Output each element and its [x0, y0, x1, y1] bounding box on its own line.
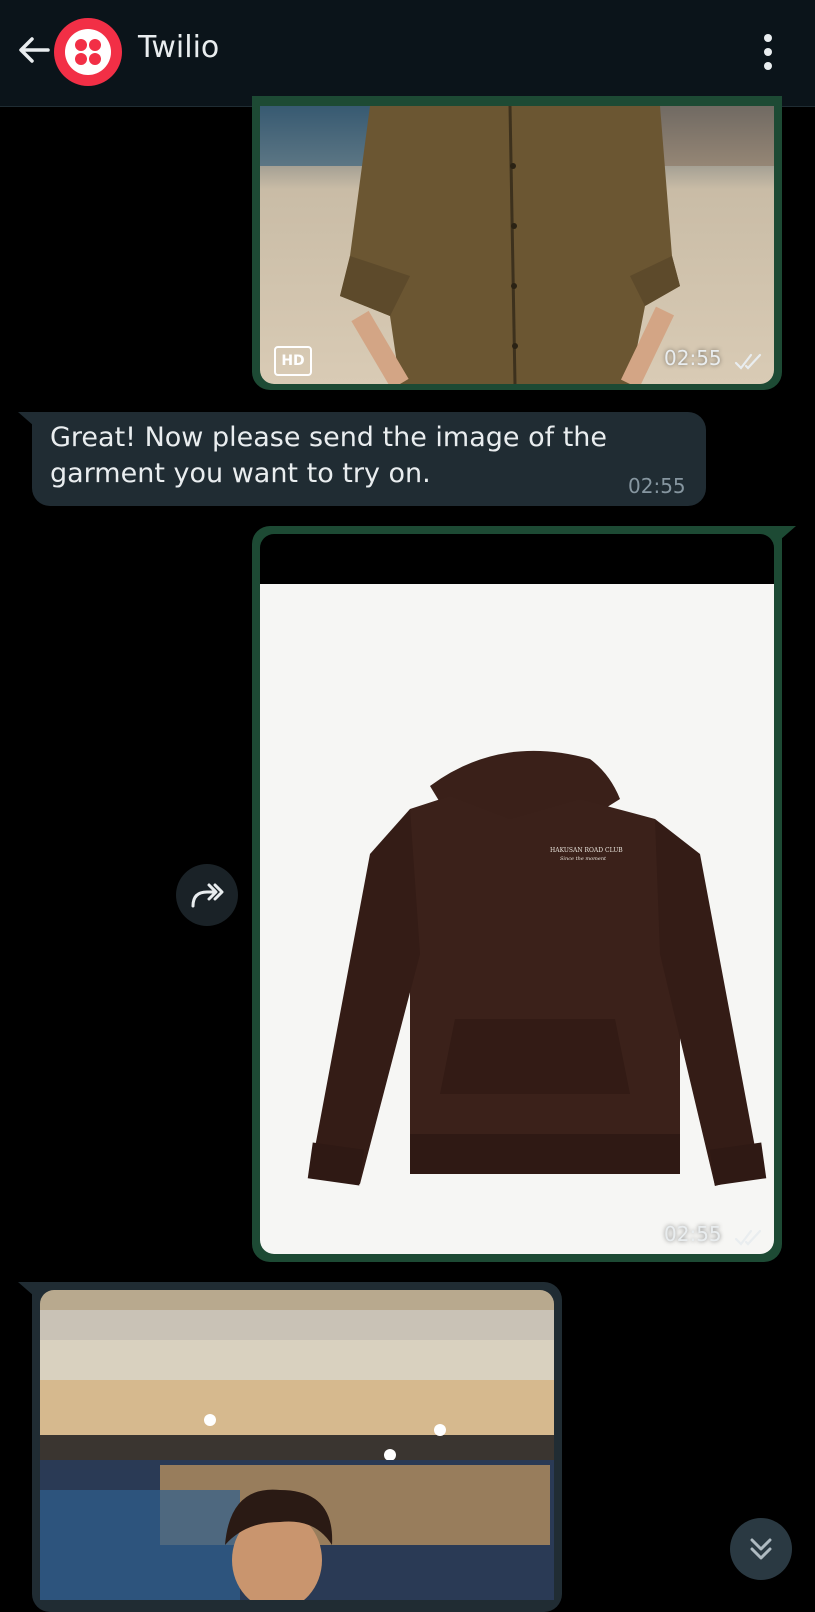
twilio-logo-icon[interactable]	[54, 18, 122, 86]
bubble-tail	[780, 526, 796, 540]
shirt-photo[interactable]	[260, 106, 774, 384]
chat-header: Twilio	[0, 0, 815, 107]
person-photo[interactable]	[40, 1290, 554, 1600]
hd-badge: HD	[274, 346, 312, 376]
chevrons-down-icon	[750, 1538, 772, 1560]
message-text: Great! Now please send the image of the …	[50, 422, 608, 489]
hoodie-photo[interactable]: HAKUSAN ROAD CLUB Since the moment	[260, 534, 774, 1254]
bubble-tail	[18, 1282, 34, 1296]
forward-icon	[191, 883, 224, 908]
message-time: 02:55	[664, 346, 722, 370]
contact-name[interactable]: Twilio	[138, 30, 219, 65]
more-vertical-icon[interactable]	[758, 34, 778, 74]
svg-text:HAKUSAN ROAD CLUB: HAKUSAN ROAD CLUB	[550, 847, 623, 854]
double-check-icon	[734, 1229, 762, 1246]
bubble-tail	[18, 412, 34, 426]
message-time: 02:55	[628, 474, 686, 498]
svg-text:Since the moment: Since the moment	[560, 856, 607, 862]
arrow-left-icon[interactable]	[14, 30, 54, 70]
scroll-to-bottom-button[interactable]	[730, 1518, 792, 1580]
forward-button[interactable]	[176, 864, 238, 926]
message-time: 02:55	[664, 1222, 722, 1246]
double-check-icon	[734, 353, 762, 370]
